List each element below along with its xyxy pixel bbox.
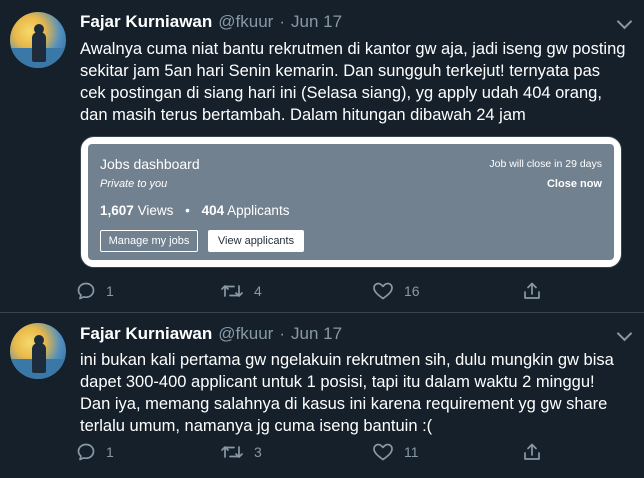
card-image: Jobs dashboard Private to you Job will c… — [88, 144, 614, 260]
tweet-text: Awalnya cuma niat bantu rekrutmen di kan… — [80, 38, 638, 126]
tweet-header: Fajar Kurniawan @fkuur · Jun 17 — [80, 324, 342, 344]
tweet-date[interactable]: Jun 17 — [291, 12, 342, 31]
reply-icon — [77, 443, 95, 461]
applicants-label: Applicants — [227, 203, 290, 218]
reply-button[interactable]: 1 — [76, 279, 114, 303]
views-count: 1,607 — [100, 203, 134, 218]
tweet-date[interactable]: Jun 17 — [291, 324, 342, 343]
tweet-text-line: dapet 300-400 applicant untuk 1 posisi, … — [80, 373, 595, 391]
stat-separator: • — [185, 203, 190, 218]
tweet-text-line: sekitar jam 5an hari Senin kemarin. Dan … — [80, 62, 601, 80]
like-button[interactable]: 16 — [372, 279, 420, 303]
tweet[interactable]: Fajar Kurniawan @fkuur · Jun 17 ini bukan k… — [0, 312, 644, 478]
tweet-text-line: cek postingan di siang hari ini (Selasa … — [80, 84, 602, 102]
jobs-dashboard-card[interactable]: Jobs dashboard Private to you Job will c… — [80, 136, 622, 268]
tweet-text-line: dan masih terus bertambah. Dalam hitunga… — [80, 106, 526, 124]
separator-dot: · — [279, 12, 285, 31]
reply-count: 1 — [106, 283, 114, 299]
like-button[interactable]: 11 — [372, 440, 419, 464]
manage-jobs-button: Manage my jobs — [100, 230, 198, 252]
retweet-button[interactable]: 4 — [220, 279, 262, 303]
chevron-down-icon[interactable] — [616, 13, 633, 30]
chevron-down-icon[interactable] — [616, 325, 633, 342]
like-icon — [373, 282, 393, 300]
reply-icon — [77, 282, 95, 300]
like-count: 11 — [404, 444, 419, 460]
tweet-text-line: Awalnya cuma niat bantu rekrutmen di kan… — [80, 40, 626, 58]
close-now-link: Close now — [546, 178, 602, 190]
avatar[interactable] — [10, 323, 66, 379]
tweet-text-line: terlalu umum, namanya jg cuma iseng bant… — [80, 417, 433, 435]
tweet-text: ini bukan kali pertama gw ngelakuin rekr… — [80, 349, 638, 437]
author-name[interactable]: Fajar Kurniawan — [80, 324, 212, 343]
author-handle[interactable]: @fkuur — [218, 324, 273, 343]
like-icon — [373, 443, 393, 461]
like-count: 16 — [404, 283, 420, 299]
tweet-actions: 1 4 16 — [76, 279, 616, 303]
tweet-actions: 1 3 11 — [76, 440, 616, 464]
share-button[interactable] — [522, 279, 542, 303]
retweet-count: 4 — [254, 283, 262, 299]
close-info: Job will close in 29 days — [489, 158, 602, 170]
author-handle[interactable]: @fkuur — [218, 12, 273, 31]
tweet-header: Fajar Kurniawan @fkuur · Jun 17 — [80, 12, 342, 32]
tweet[interactable]: Fajar Kurniawan @fkuur · Jun 17 Awalnya cum… — [0, 0, 644, 312]
retweet-button[interactable]: 3 — [220, 440, 262, 464]
retweet-count: 3 — [254, 444, 262, 460]
retweet-icon — [221, 285, 243, 297]
card-title: Jobs dashboard — [100, 156, 200, 172]
tweet-text-line: Dan iya, memang salahnya di kasus ini ka… — [80, 395, 608, 413]
reply-button[interactable]: 1 — [76, 440, 114, 464]
share-button[interactable] — [522, 440, 542, 464]
author-name[interactable]: Fajar Kurniawan — [80, 12, 212, 31]
views-label: Views — [137, 203, 174, 218]
avatar[interactable] — [10, 12, 66, 68]
applicants-count: 404 — [201, 203, 225, 218]
reply-count: 1 — [106, 444, 114, 460]
card-subtitle: Private to you — [100, 178, 168, 190]
card-stats: 1,607 Views • 404 Applicants — [100, 203, 289, 218]
separator-dot: · — [279, 324, 285, 343]
share-icon — [524, 443, 540, 460]
retweet-icon — [221, 446, 243, 458]
view-applicants-button: View applicants — [208, 230, 304, 252]
share-icon — [524, 282, 540, 299]
tweet-text-line: ini bukan kali pertama gw ngelakuin rekr… — [80, 351, 614, 369]
